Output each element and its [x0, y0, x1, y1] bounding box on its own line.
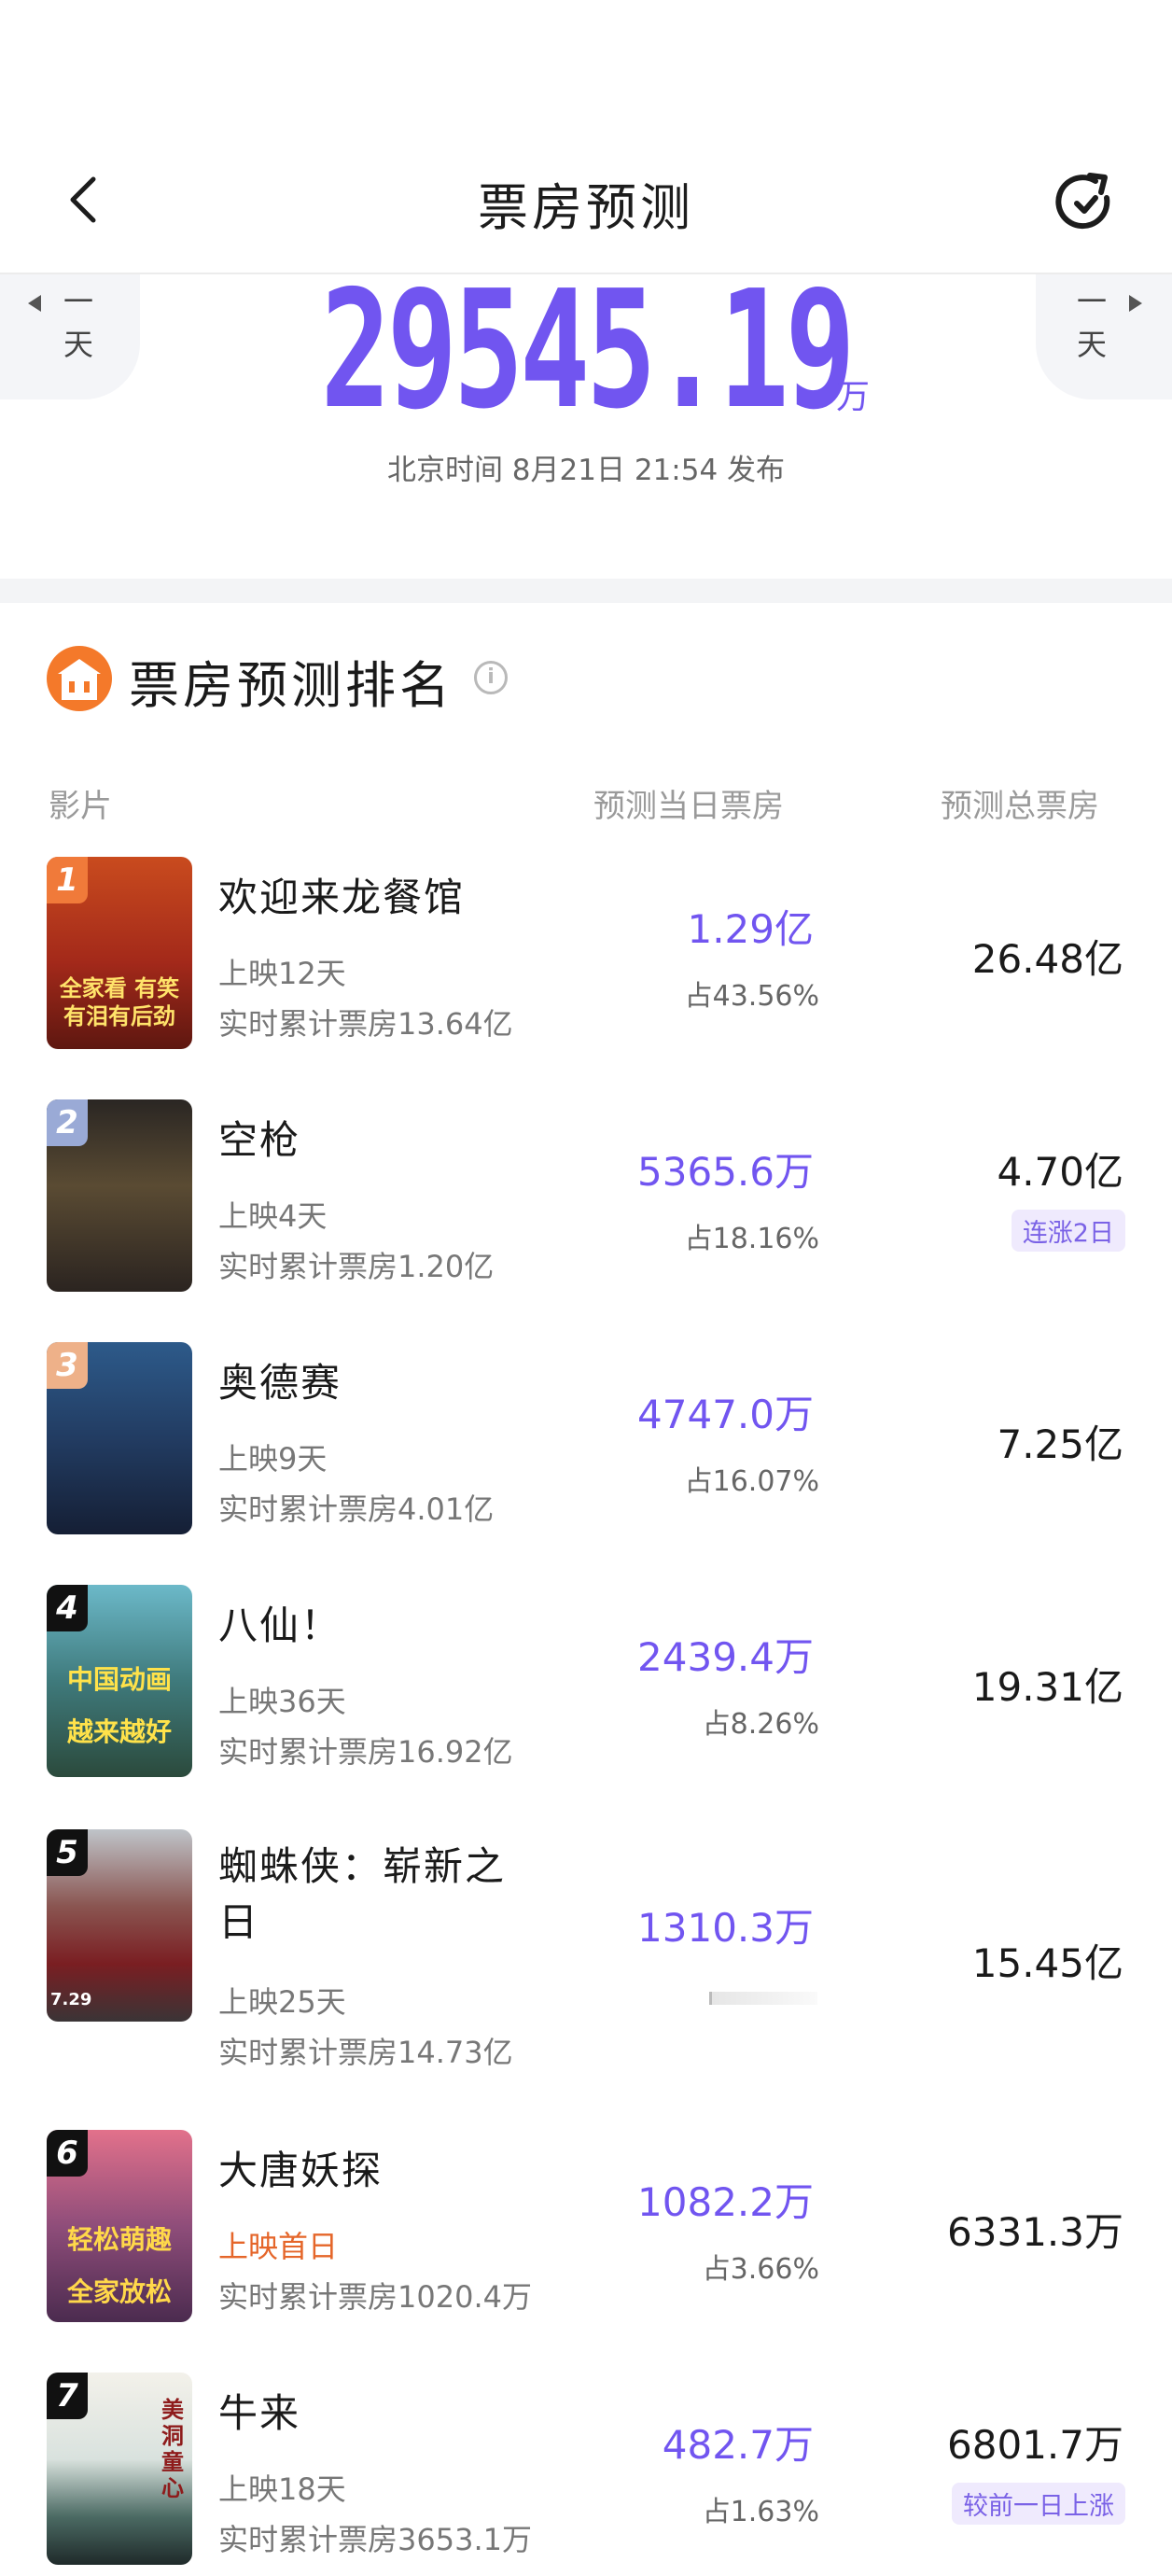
- trend-badge: 较前一日上涨: [952, 2483, 1125, 2525]
- publish-time: 北京时间 8月21日 21:54 发布: [386, 454, 786, 487]
- total-forecast-unit: 万: [836, 378, 871, 416]
- info-icon[interactable]: i: [474, 661, 508, 694]
- total-forecast-cell: 6331.3万: [947, 2209, 1123, 2255]
- total-forecast-value: 29545.19: [320, 256, 856, 445]
- share-percent: 占8.26%: [702, 1708, 819, 1741]
- film-title: 大唐妖探: [218, 2148, 384, 2193]
- rank-badge: 3: [47, 1342, 88, 1389]
- cumulative-box-office: 实时累计票房16.92亿: [218, 1734, 513, 1770]
- section-divider: [0, 579, 1172, 603]
- total-forecast-cell: 7.25亿: [997, 1421, 1123, 1467]
- share-percent: 占3.66%: [702, 2253, 819, 2286]
- day-forecast: 482.7万: [662, 2422, 814, 2468]
- release-days: 上映25天: [218, 1984, 346, 2020]
- day-forecast: 1310.3万: [637, 1905, 814, 1951]
- cumulative-box-office: 实时累计票房3653.1万: [218, 2522, 532, 2557]
- total-forecast-cell: 6801.7万: [947, 2422, 1123, 2468]
- film-poster: 5 7.29: [47, 1829, 192, 2022]
- poster-caption: 轻松萌趣 全家放松: [66, 2224, 172, 2307]
- total-forecast-cell: 15.45亿: [971, 1940, 1123, 1986]
- rank-badge: 1: [47, 857, 88, 903]
- share-percent: 占43.56%: [684, 980, 819, 1013]
- poster-caption: 全家看 有笑有泪有后劲: [59, 975, 180, 1029]
- top-nav-bar: 票房预测: [0, 0, 1172, 274]
- day-forecast: 4747.0万: [637, 1392, 814, 1437]
- poster-caption: 中国动画 越来越好: [66, 1664, 172, 1747]
- release-days: 上映9天: [218, 1441, 328, 1477]
- share-percent: 占16.07%: [684, 1465, 819, 1498]
- refresh-icon[interactable]: [1053, 170, 1118, 235]
- release-days: 上映18天: [218, 2471, 346, 2507]
- section-title: 票房预测排名: [129, 656, 453, 715]
- share-loading-bar: [709, 1992, 817, 2005]
- film-title: 欢迎来龙餐馆: [218, 875, 466, 920]
- release-days: 上映36天: [218, 1684, 346, 1719]
- film-title: 奥德赛: [218, 1360, 342, 1406]
- rank-badge: 4: [47, 1585, 88, 1631]
- day-forecast: 1082.2万: [637, 2179, 814, 2225]
- release-days: 上映4天: [218, 1198, 328, 1234]
- rank-badge: 6: [47, 2130, 88, 2177]
- total-forecast-cell: 19.31亿: [971, 1664, 1123, 1710]
- cumulative-box-office: 实时累计票房1.20亿: [218, 1249, 495, 1284]
- rank-badge: 5: [47, 1829, 88, 1876]
- trend-badge: 连涨2日: [1011, 1210, 1125, 1252]
- box-office-icon: [47, 646, 112, 711]
- poster-caption: 7.29: [50, 1990, 92, 2009]
- day-forecast: 2439.4万: [637, 1634, 814, 1680]
- cumulative-box-office: 实时累计票房4.01亿: [218, 1491, 495, 1527]
- poster-caption: 美洞童心: [161, 2397, 184, 2501]
- film-poster: 7 美洞童心: [47, 2373, 192, 2565]
- column-header-day-forecast: 预测当日票房: [593, 788, 784, 825]
- share-percent: 占1.63%: [702, 2496, 819, 2528]
- film-title: 牛来: [218, 2390, 301, 2436]
- share-percent: 占18.16%: [684, 1223, 819, 1255]
- film-title: 蜘蛛侠：崭新之日: [218, 1843, 507, 1945]
- column-header-film: 影片: [49, 788, 112, 825]
- total-forecast-cell: 4.70亿: [997, 1149, 1123, 1195]
- film-title: 八仙！: [218, 1603, 342, 1648]
- column-header-total-forecast: 预测总票房: [941, 788, 1099, 825]
- cumulative-box-office: 实时累计票房1020.4万: [218, 2279, 532, 2315]
- film-poster: 3: [47, 1342, 192, 1534]
- total-forecast: 29545.19 万: [0, 256, 1172, 445]
- film-poster: 6 轻松萌趣 全家放松: [47, 2130, 192, 2322]
- day-forecast: 1.29亿: [687, 906, 814, 952]
- day-forecast: 5365.6万: [637, 1149, 814, 1195]
- rank-badge: 2: [47, 1099, 88, 1146]
- page-title: 票房预测: [478, 178, 694, 237]
- film-poster: 2: [47, 1099, 192, 1292]
- film-title: 空枪: [218, 1117, 301, 1163]
- cumulative-box-office: 实时累计票房13.64亿: [218, 1006, 513, 1042]
- film-poster: 4 中国动画 越来越好: [47, 1585, 192, 1777]
- total-forecast-cell: 26.48亿: [971, 936, 1123, 982]
- release-days: 上映12天: [218, 956, 346, 991]
- rank-badge: 7: [47, 2373, 88, 2419]
- cumulative-box-office: 实时累计票房14.73亿: [218, 2035, 513, 2070]
- film-poster: 1 全家看 有笑有泪有后劲: [47, 857, 192, 1049]
- release-days: 上映首日: [218, 2229, 339, 2264]
